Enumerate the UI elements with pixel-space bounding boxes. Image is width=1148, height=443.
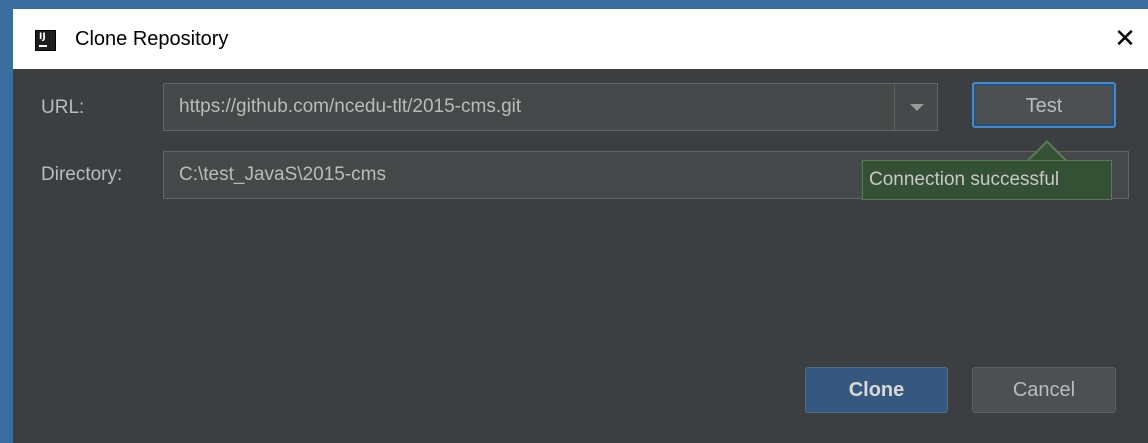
url-input[interactable]: https://github.com/ncedu-tlt/2015-cms.gi… <box>163 83 895 131</box>
close-icon[interactable]: ✕ <box>1108 22 1142 56</box>
intellij-icon-bar <box>39 45 47 47</box>
clone-button[interactable]: Clone <box>805 367 948 413</box>
url-dropdown-button[interactable] <box>894 83 938 131</box>
window-title: Clone Repository <box>75 28 229 50</box>
test-button[interactable]: Test <box>972 82 1116 128</box>
directory-label: Directory: <box>41 164 123 185</box>
connection-tooltip: Connection successful <box>862 160 1112 200</box>
chevron-down-icon <box>910 104 924 111</box>
intellij-icon-text: IJ <box>39 32 46 42</box>
intellij-icon: IJ <box>35 30 56 51</box>
url-label: URL: <box>41 97 85 118</box>
cancel-button[interactable]: Cancel <box>972 367 1116 413</box>
title-bar: IJ Clone Repository ✕ <box>13 9 1148 69</box>
